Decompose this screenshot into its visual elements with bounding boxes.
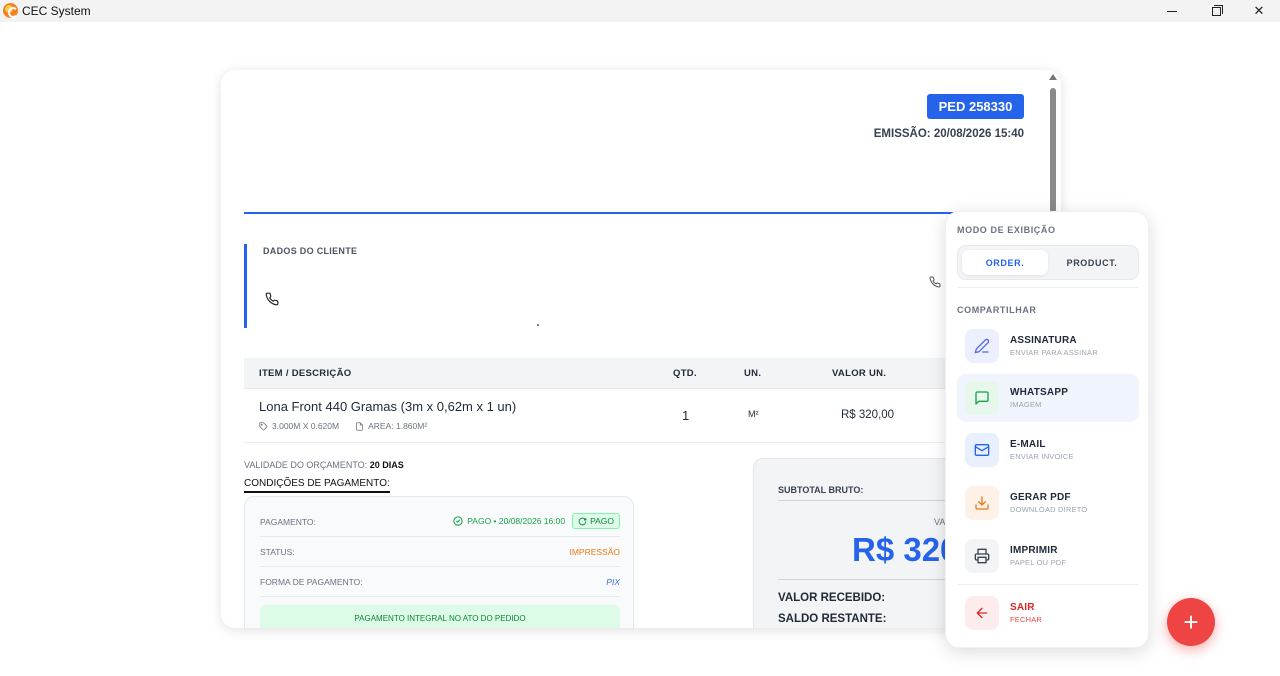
mail-icon bbox=[965, 433, 999, 467]
client-separator-dot bbox=[537, 324, 539, 326]
total-caption: VA bbox=[934, 517, 946, 527]
download-icon bbox=[965, 486, 999, 520]
minimize-icon bbox=[1167, 10, 1177, 12]
app-logo-icon bbox=[3, 3, 18, 18]
items-table-header: ITEM / DESCRIÇÃO QTD. UN. VALOR UN. bbox=[244, 358, 1044, 389]
file-icon bbox=[356, 421, 363, 431]
refresh-icon bbox=[578, 517, 587, 525]
phone-icon bbox=[265, 292, 279, 306]
display-mode-title: MODO DE EXIBIÇÃO bbox=[957, 225, 1056, 235]
header-divider bbox=[244, 212, 1044, 214]
restore-button[interactable] bbox=[1194, 0, 1238, 22]
whatsapp-action[interactable]: WHATSAPP IMAGEM bbox=[957, 374, 1139, 422]
signature-action[interactable]: ASSINATURA ENVIAR PARA ASSINAR bbox=[957, 322, 1139, 370]
print-subtitle: PAPEL OU PDF bbox=[1010, 558, 1067, 567]
actions-panel: MODO DE EXIBIÇÃO ORDER. PRODUCT. COMPART… bbox=[945, 211, 1149, 648]
status-value: IMPRESSÃO bbox=[569, 547, 620, 557]
mode-product-option[interactable]: PRODUCT. bbox=[1049, 250, 1135, 275]
exit-title: SAIR bbox=[1010, 602, 1035, 613]
print-title: IMPRIMIR bbox=[1010, 545, 1058, 556]
payment-method-row: FORMA DE PAGAMENTO: PIX bbox=[260, 567, 620, 597]
column-header-unit-price: VALOR UN. bbox=[832, 368, 887, 379]
scrollbar-thumb[interactable] bbox=[1050, 88, 1056, 218]
window-title: CEC System bbox=[22, 4, 91, 18]
share-title: COMPARTILHAR bbox=[957, 305, 1037, 315]
client-section-label: DADOS DO CLIENTE bbox=[263, 246, 358, 256]
received-label: VALOR RECEBIDO: bbox=[778, 592, 886, 604]
generate-pdf-title: GERAR PDF bbox=[1010, 492, 1071, 503]
tag-icon bbox=[259, 421, 268, 430]
payment-details-box: PAGAMENTO: PAGO • 20/08/2026 16:00 PAGO … bbox=[244, 496, 634, 628]
email-subtitle: ENVIAR INVOICE bbox=[1010, 452, 1074, 461]
signature-title: ASSINATURA bbox=[1010, 335, 1077, 346]
column-header-item: ITEM / DESCRIÇÃO bbox=[259, 368, 352, 379]
payment-method-label: FORMA DE PAGAMENTO: bbox=[260, 577, 363, 587]
generate-pdf-action[interactable]: GERAR PDF DOWNLOAD DIRETO bbox=[957, 479, 1139, 527]
item-area-text: AREA: 1.860M² bbox=[368, 421, 428, 431]
payment-status-line: PAGO • 20/08/2026 16:00 PAGO bbox=[453, 513, 620, 529]
printer-icon bbox=[965, 539, 999, 573]
signature-subtitle: ENVIAR PARA ASSINAR bbox=[1010, 348, 1098, 357]
item-description: Lona Front 440 Gramas (3m x 0,62m x 1 un… bbox=[259, 399, 517, 414]
table-row: Lona Front 440 Gramas (3m x 0,62m x 1 un… bbox=[244, 389, 1044, 443]
payment-note: PAGAMENTO INTEGRAL NO ATO DO PEDIDO bbox=[260, 605, 620, 628]
column-header-unit: UN. bbox=[744, 368, 762, 379]
display-mode-toggle: ORDER. PRODUCT. bbox=[957, 245, 1139, 280]
item-qty: 1 bbox=[682, 408, 690, 423]
column-header-qty: QTD. bbox=[673, 368, 697, 379]
restore-icon bbox=[1211, 4, 1223, 16]
payment-value: PAGO • 20/08/2026 16:00 bbox=[467, 516, 566, 526]
validity-label: VALIDADE DO ORÇAMENTO: bbox=[244, 460, 368, 470]
emission-date: EMISSÃO: 20/08/2026 15:40 bbox=[873, 128, 1024, 140]
whatsapp-subtitle: IMAGEM bbox=[1010, 400, 1042, 409]
status-row: STATUS: IMPRESSÃO bbox=[260, 537, 620, 567]
whatsapp-title: WHATSAPP bbox=[1010, 387, 1069, 398]
payment-method-value: PIX bbox=[606, 577, 620, 587]
print-action[interactable]: IMPRIMIR PAPEL OU PDF bbox=[957, 532, 1139, 580]
validity-value: 20 DIAS bbox=[369, 460, 404, 470]
item-meta: 3.000M X 0.620M AREA: 1.860M² bbox=[259, 421, 427, 431]
total-amount: R$ 320 bbox=[852, 531, 959, 568]
item-unit: M² bbox=[748, 409, 759, 419]
scroll-up-arrow-icon[interactable] bbox=[1049, 74, 1057, 80]
check-circle-icon bbox=[453, 516, 463, 526]
panel-divider bbox=[957, 584, 1139, 585]
email-action[interactable]: E-MAIL ENVIAR INVOICE bbox=[957, 426, 1139, 474]
close-icon: ✕ bbox=[1253, 3, 1265, 18]
pen-icon bbox=[965, 329, 999, 363]
arrow-left-icon bbox=[965, 596, 999, 630]
email-title: E-MAIL bbox=[1010, 439, 1046, 450]
subtotal-label: SUBTOTAL BRUTO: bbox=[778, 485, 864, 495]
payment-label: PAGAMENTO: bbox=[260, 517, 316, 527]
chat-icon bbox=[965, 381, 999, 415]
exit-action[interactable]: SAIR FECHAR bbox=[957, 589, 1139, 637]
plus-icon: + bbox=[1183, 607, 1199, 637]
item-dimensions: 3.000M X 0.620M bbox=[259, 421, 339, 431]
phone-icon bbox=[929, 276, 941, 288]
order-number-badge: PED 258330 bbox=[927, 94, 1024, 119]
minimize-button[interactable] bbox=[1150, 0, 1194, 22]
generate-pdf-subtitle: DOWNLOAD DIRETO bbox=[1010, 505, 1088, 514]
item-area: AREA: 1.860M² bbox=[355, 421, 427, 431]
exit-subtitle: FECHAR bbox=[1010, 615, 1043, 624]
paid-refresh-button[interactable]: PAGO bbox=[572, 513, 620, 529]
paid-pill-label: PAGO bbox=[590, 516, 614, 526]
quote-validity: VALIDADE DO ORÇAMENTO: 20 DIAS bbox=[244, 460, 404, 470]
window-titlebar: CEC System ✕ bbox=[0, 0, 1280, 22]
order-document: PED 258330 EMISSÃO: 20/08/2026 15:40 DAD… bbox=[221, 70, 1061, 628]
payment-conditions-title: CONDIÇÕES DE PAGAMENTO: bbox=[244, 478, 390, 493]
item-unit-price: R$ 320,00 bbox=[841, 409, 895, 421]
close-button[interactable]: ✕ bbox=[1237, 0, 1280, 22]
item-dimensions-text: 3.000M X 0.620M bbox=[272, 421, 340, 431]
remaining-label: SALDO RESTANTE: bbox=[778, 613, 887, 625]
payment-row: PAGAMENTO: PAGO • 20/08/2026 16:00 PAGO bbox=[260, 507, 620, 537]
panel-divider bbox=[957, 287, 1139, 288]
mode-order-option[interactable]: ORDER. bbox=[962, 250, 1048, 275]
client-data-block: DADOS DO CLIENTE bbox=[244, 244, 934, 328]
floating-add-button[interactable]: + bbox=[1167, 598, 1215, 646]
status-label: STATUS: bbox=[260, 547, 295, 557]
